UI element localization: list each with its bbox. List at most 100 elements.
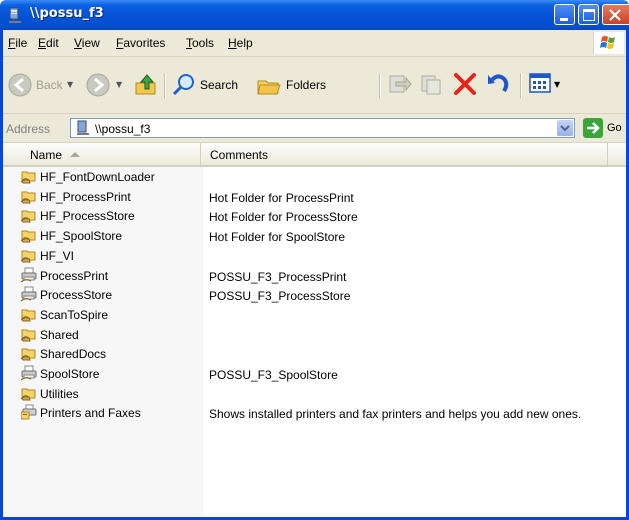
printers-faxes-icon xyxy=(20,404,37,420)
item-name: HF_ProcessPrint xyxy=(40,190,131,204)
item-name: ScanToSpire xyxy=(40,308,109,322)
minimize-icon xyxy=(560,18,568,21)
menu-help[interactable]: Help xyxy=(228,36,253,50)
close-button[interactable] xyxy=(602,4,629,25)
list-item[interactable]: HF_ProcessStore Hot Folder for ProcessSto… xyxy=(0,206,629,226)
back-dropdown-icon[interactable]: ▼ xyxy=(67,80,73,89)
address-input[interactable]: \\possu_f3 xyxy=(70,118,575,138)
menu-edit[interactable]: Edit xyxy=(38,36,59,50)
close-icon xyxy=(609,9,621,21)
address-value: \\possu_f3 xyxy=(95,122,151,136)
column-header-comments[interactable]: Comments xyxy=(201,143,608,165)
item-name: HF_SpoolStore xyxy=(40,229,123,243)
item-name: SpoolStore xyxy=(40,367,100,381)
folders-button[interactable]: Folders xyxy=(254,71,346,99)
item-name: ProcessStore xyxy=(40,288,113,302)
shared-printer-icon xyxy=(20,286,37,302)
toolbar-separator xyxy=(520,73,522,99)
shared-folder-icon xyxy=(20,207,37,223)
go-button[interactable] xyxy=(583,118,603,138)
undo-button[interactable] xyxy=(486,71,512,97)
item-comment: Shows installed printers and fax printer… xyxy=(209,407,582,421)
list-item[interactable]: Printers and Faxes Shows installed printe… xyxy=(0,403,629,423)
menu-tools[interactable]: Tools xyxy=(186,36,214,50)
list-item[interactable]: HF_FontDownLoader xyxy=(0,167,629,187)
shared-folder-icon xyxy=(20,168,37,184)
shared-folder-icon xyxy=(20,227,37,243)
menu-favorites[interactable]: Favorites xyxy=(116,36,165,50)
minimize-button[interactable] xyxy=(554,4,575,25)
views-icon xyxy=(529,73,551,93)
list-item[interactable]: HF_VI xyxy=(0,246,629,266)
list-item[interactable]: Shared xyxy=(0,325,629,345)
search-icon xyxy=(172,74,194,96)
shared-folder-icon xyxy=(20,306,37,322)
list-item[interactable]: SharedDocs xyxy=(0,344,629,364)
move-to-button[interactable] xyxy=(386,71,412,97)
item-name: HF_FontDownLoader xyxy=(40,170,155,184)
shared-folder-icon xyxy=(20,247,37,263)
column-comments-label: Comments xyxy=(210,148,269,162)
search-button[interactable]: Search xyxy=(170,71,258,99)
address-dropdown-button[interactable] xyxy=(557,120,573,136)
delete-button[interactable] xyxy=(452,71,478,97)
go-label[interactable]: Go xyxy=(607,122,622,134)
item-comment: POSSU_F3_SpoolStore xyxy=(209,368,338,382)
item-name: Utilities xyxy=(40,387,79,401)
menu-view[interactable]: View xyxy=(74,36,100,50)
item-name: HF_ProcessStore xyxy=(40,209,135,223)
list-item[interactable]: HF_ProcessPrint Hot Folder for ProcessPri… xyxy=(0,187,629,207)
undo-icon xyxy=(488,74,509,93)
list-item[interactable]: ProcessPrint POSSU_F3_ProcessPrint xyxy=(0,266,629,286)
item-name: ProcessPrint xyxy=(40,269,109,283)
back-label: Back xyxy=(36,78,63,92)
column-header-name[interactable]: Name xyxy=(0,143,201,165)
list-header: Name Comments xyxy=(0,143,629,167)
address-bar: Address \\possu_f3 Go xyxy=(0,114,629,143)
views-button[interactable]: ▼ xyxy=(528,71,562,97)
back-button[interactable]: Back ▼ xyxy=(6,71,76,99)
window-title: \\possu_f3 xyxy=(30,6,104,21)
network-computer-icon xyxy=(77,120,89,135)
item-comment: Hot Folder for ProcessStore xyxy=(209,210,358,224)
menu-bar: File Edit View Favorites Tools Help xyxy=(0,30,629,57)
item-comment: POSSU_F3_ProcessStore xyxy=(209,289,351,303)
item-name: SharedDocs xyxy=(40,347,107,361)
list-item[interactable]: ProcessStore POSSU_F3_ProcessStore xyxy=(0,285,629,305)
item-comment: Hot Folder for SpoolStore xyxy=(209,230,346,244)
title-bar[interactable]: \\possu_f3 xyxy=(0,0,629,30)
forward-dropdown-icon[interactable]: ▼ xyxy=(116,80,122,89)
item-name: Shared xyxy=(40,328,79,342)
shared-folder-icon xyxy=(20,188,37,204)
standard-toolbar: Back ▼ ▼ Search Folders ▼ xyxy=(0,57,629,114)
item-name: HF_VI xyxy=(40,249,75,263)
list-item[interactable]: SpoolStore POSSU_F3_SpoolStore xyxy=(0,364,629,384)
forward-arrow-icon xyxy=(86,73,110,97)
list-item[interactable]: HF_SpoolStore Hot Folder for SpoolStore xyxy=(0,226,629,246)
explorer-window: \\possu_f3 File Edit View Favorites Tool… xyxy=(0,0,629,520)
up-folder-button[interactable] xyxy=(133,71,161,99)
address-label: Address xyxy=(6,122,51,136)
shared-folder-icon xyxy=(20,326,37,342)
menu-file[interactable]: File xyxy=(8,36,27,50)
back-arrow-icon xyxy=(8,73,32,97)
folders-icon xyxy=(257,80,281,95)
folders-label: Folders xyxy=(286,78,327,92)
maximize-icon xyxy=(583,9,595,21)
item-name: Printers and Faxes xyxy=(40,406,141,420)
views-dropdown-icon[interactable]: ▼ xyxy=(554,80,560,89)
file-list: HF_FontDownLoader HF_ProcessPrint Hot Fold… xyxy=(0,167,629,520)
forward-button[interactable]: ▼ xyxy=(84,71,128,99)
search-label: Search xyxy=(200,78,239,92)
windows-logo-icon xyxy=(593,32,624,54)
toolbar-separator xyxy=(164,73,166,99)
copy-to-button[interactable] xyxy=(418,71,444,97)
shared-folder-icon xyxy=(20,385,37,401)
move-to-icon xyxy=(389,75,412,93)
copy-to-icon xyxy=(421,75,441,95)
shared-printer-icon xyxy=(20,365,37,381)
chevron-down-icon xyxy=(560,125,570,132)
list-item[interactable]: ScanToSpire xyxy=(0,305,629,325)
maximize-button[interactable] xyxy=(578,4,599,25)
list-item[interactable]: Utilities xyxy=(0,384,629,404)
